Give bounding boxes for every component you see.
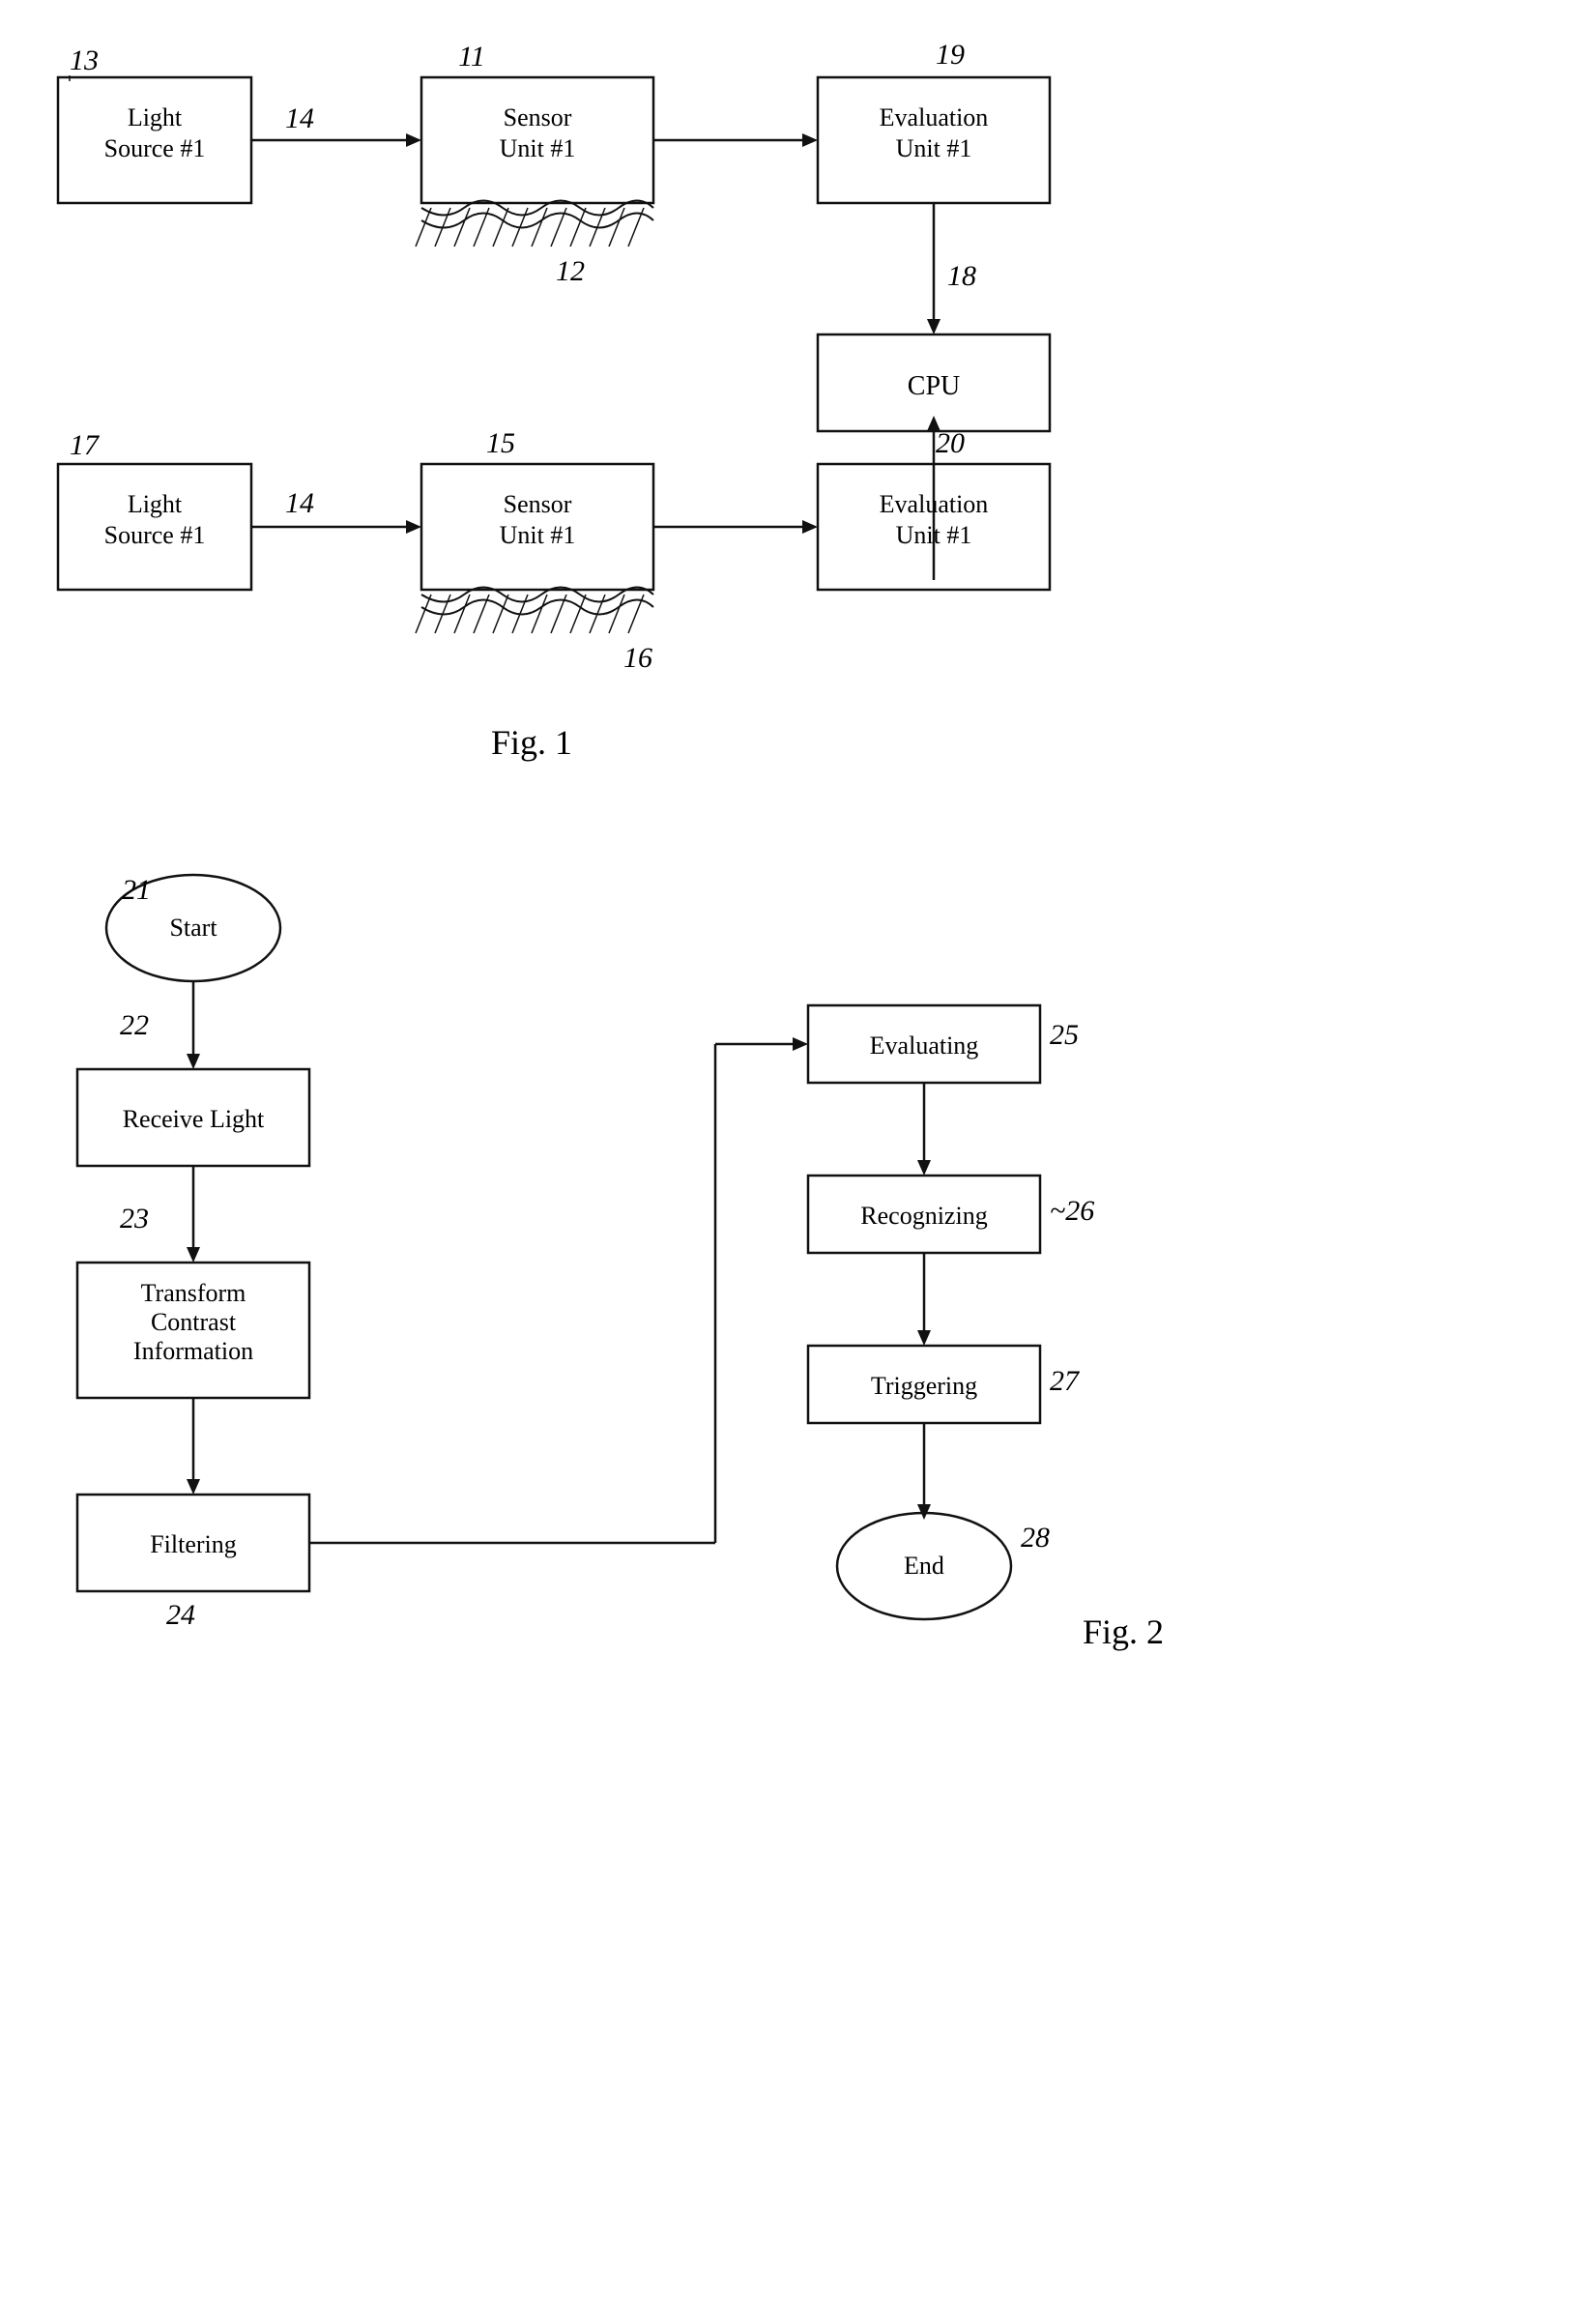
label-15: 15	[486, 427, 515, 459]
label-23: 23	[120, 1203, 149, 1235]
label-22: 22	[120, 1009, 149, 1041]
cpu-label: CPU	[908, 371, 960, 401]
eu1-label2: Unit #1	[896, 134, 972, 162]
label-20: 20	[936, 427, 965, 459]
eu1-label: Evaluation	[880, 103, 989, 131]
label-11: 11	[458, 41, 485, 73]
diagram-container: Light Source #1 13 14 Sensor Unit #1 11	[0, 0, 1592, 2324]
label-27: 27	[1050, 1365, 1081, 1397]
transform-label3: Information	[133, 1337, 253, 1365]
ls1-label2: Source #1	[104, 134, 206, 162]
transform-label: Transform	[141, 1279, 246, 1307]
su2-label2: Unit #1	[500, 521, 576, 549]
label-26: ~26	[1050, 1195, 1094, 1227]
hatch1: 12	[416, 201, 653, 288]
fig2-label: Fig. 2	[1083, 1612, 1164, 1651]
eu2-label: Evaluation	[880, 490, 989, 518]
label-14a: 14	[285, 102, 314, 134]
filtering-label: Filtering	[150, 1530, 237, 1558]
transform-label2: Contrast	[151, 1308, 237, 1336]
label-21: 21	[122, 874, 151, 906]
label-19: 19	[936, 39, 965, 71]
label-25: 25	[1050, 1019, 1079, 1051]
ls2-label2: Source #1	[104, 521, 206, 549]
label-28: 28	[1021, 1522, 1050, 1554]
su2-label: Sensor	[504, 490, 572, 518]
main-svg: Light Source #1 13 14 Sensor Unit #1 11	[0, 0, 1592, 2324]
evaluating-label: Evaluating	[870, 1031, 979, 1060]
recognizing-label: Recognizing	[860, 1202, 987, 1230]
hatch2: 16	[416, 588, 653, 675]
su1-label2: Unit #1	[500, 134, 576, 162]
label-24: 24	[166, 1599, 195, 1631]
label-18: 18	[947, 260, 976, 292]
receive-light-label: Receive Light	[123, 1105, 265, 1133]
triggering-label: Triggering	[871, 1372, 977, 1400]
label-16: 16	[623, 642, 652, 674]
label-14b: 14	[285, 487, 314, 519]
fig1-label: Fig. 1	[491, 723, 572, 762]
eu2-label2: Unit #1	[896, 521, 972, 549]
ls2-label: Light	[128, 490, 183, 518]
end-label: End	[904, 1552, 944, 1580]
ls1-label: Light	[128, 103, 183, 131]
label-13: 13	[70, 44, 99, 76]
su1-label: Sensor	[504, 103, 572, 131]
label-17: 17	[70, 429, 101, 461]
label-12: 12	[556, 255, 585, 287]
start-label: Start	[169, 914, 217, 942]
